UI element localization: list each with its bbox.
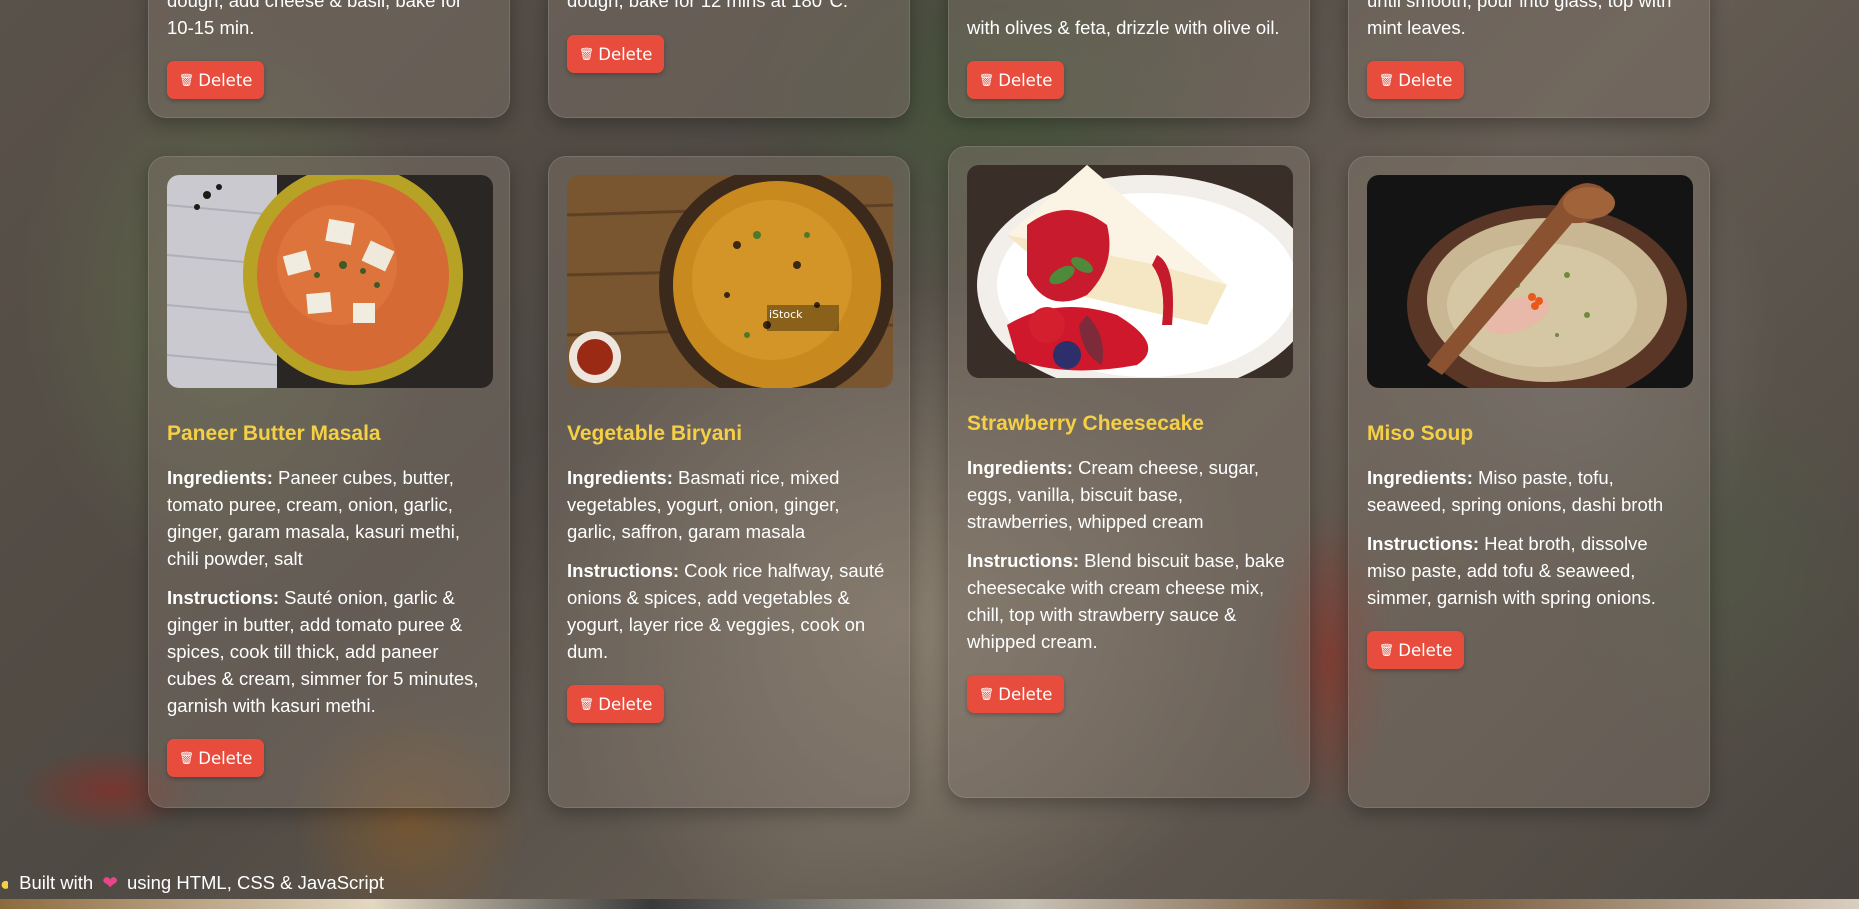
recipe-ingredients: Ingredients: Paneer cubes, butter, tomat… xyxy=(167,467,461,569)
delete-button[interactable]: 🗑 Delete xyxy=(167,61,265,99)
recipe-card: Strawberry Cheesecake Ingredients: Cream… xyxy=(948,146,1310,798)
istock-watermark: iStock xyxy=(769,308,803,321)
trash-icon: 🗑 xyxy=(579,697,595,711)
heart-icon: ❤ xyxy=(102,872,118,893)
trash-icon: 🗑 xyxy=(579,47,595,61)
trash-icon: 🗑 xyxy=(979,687,995,701)
recipe-instructions: Instructions: Sauté onion, garlic & ging… xyxy=(167,587,479,716)
recipe-instructions-snippet: dough, bake for 12 mins at 180°C. xyxy=(567,0,848,11)
delete-button[interactable]: 🗑 Delete xyxy=(567,35,665,73)
delete-button[interactable]: 🗑 Delete xyxy=(1367,631,1465,669)
delete-button[interactable]: 🗑 Delete xyxy=(567,685,665,723)
recipe-ingredients: Ingredients: Cream cheese, sugar, eggs, … xyxy=(967,457,1259,532)
delete-button[interactable]: 🗑 Delete xyxy=(967,675,1065,713)
biryani-photo: iStock xyxy=(567,175,893,388)
recipe-card: Paneer Butter Masala Ingredients: Paneer… xyxy=(148,156,510,808)
recipe-title: Miso Soup xyxy=(1367,422,1474,445)
trash-icon: 🗑 xyxy=(1379,73,1395,87)
delete-button[interactable]: 🗑 Delete xyxy=(967,61,1065,99)
cheesecake-photo xyxy=(967,165,1293,378)
miso-soup-photo xyxy=(1367,175,1693,388)
recipe-title: Paneer Butter Masala xyxy=(167,422,381,445)
trash-icon: 🗑 xyxy=(979,73,995,87)
recipe-ingredients: Ingredients: Basmati rice, mixed vegetab… xyxy=(567,467,840,542)
delete-button[interactable]: 🗑 Delete xyxy=(1367,61,1465,99)
recipe-title: Vegetable Biryani xyxy=(567,422,743,445)
recipe-card: iStock Vegetable Biryani Ingredients: Ba… xyxy=(548,156,910,808)
recipe-title: Strawberry Cheesecake xyxy=(967,412,1204,435)
recipe-instructions-snippet: with olives & feta, drizzle with olive o… xyxy=(967,17,1280,38)
recipe-instructions-snippet: dough, add cheese & basil, bake for 10-1… xyxy=(167,0,463,38)
recipe-card-top-1: dough, add cheese & basil, bake for 10-1… xyxy=(148,0,510,118)
bottom-photo-strip xyxy=(0,899,1859,909)
trash-icon: 🗑 xyxy=(1379,643,1395,657)
recipe-card: Miso Soup Ingredients: Miso paste, tofu,… xyxy=(1348,156,1710,808)
recipe-instructions-snippet: until smooth, pour into glass, top with … xyxy=(1367,0,1672,38)
trash-icon: 🗑 xyxy=(179,751,195,765)
recipe-instructions: Instructions: Cook rice halfway, sauté o… xyxy=(567,560,885,662)
footer-suffix: using HTML, CSS & JavaScript xyxy=(126,872,384,893)
recipe-card-top-2: dough, bake for 12 mins at 180°C. 🗑 Delet… xyxy=(548,0,910,118)
recipe-instructions: Instructions: Blend biscuit base, bake c… xyxy=(967,550,1285,652)
recipe-card-top-4: until smooth, pour into glass, top with … xyxy=(1348,0,1710,118)
footer-prefix: Built with xyxy=(19,872,94,893)
trash-icon: 🗑 xyxy=(179,73,195,87)
lightbulb-icon: ● xyxy=(0,873,8,895)
footer: ● Built with ❤ using HTML, CSS & JavaScr… xyxy=(0,872,384,895)
paneer-curry-photo xyxy=(167,175,493,388)
delete-button[interactable]: 🗑 Delete xyxy=(167,739,265,777)
recipe-card-top-3: with olives & feta, drizzle with olive o… xyxy=(948,0,1310,118)
recipe-ingredients: Ingredients: Miso paste, tofu, seaweed, … xyxy=(1367,467,1664,515)
recipe-instructions: Instructions: Heat broth, dissolve miso … xyxy=(1367,533,1656,608)
